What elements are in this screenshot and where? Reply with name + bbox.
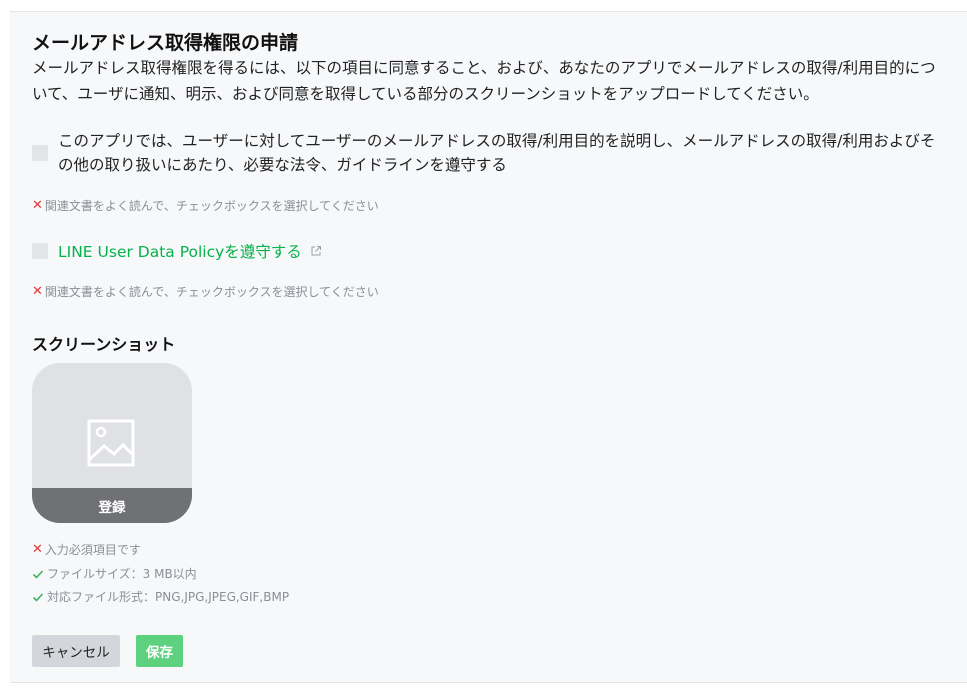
policy-link[interactable]: LINE User Data Policyを遵守する <box>58 240 322 262</box>
policy-error-text: 関連文書をよく読んで、チェックボックスを選択してください <box>44 285 379 299</box>
requirement-file-size: ファイルサイズ：3 MB以内 <box>32 565 197 582</box>
email-permission-form: メールアドレス取得権限の申請 メールアドレス取得権限を得るには、以下の項目に同意… <box>10 11 967 683</box>
x-icon: ✕ <box>32 542 43 557</box>
policy-link-label: LINE User Data Policyを遵守する <box>58 243 302 261</box>
agreement-error: ✕ 関連文書をよく読んで、チェックボックスを選択してください <box>32 197 379 214</box>
agreement-checkbox[interactable] <box>32 145 48 161</box>
policy-error: ✕ 関連文書をよく読んで、チェックボックスを選択してください <box>32 283 379 300</box>
requirement-text: 対応ファイル形式：PNG,JPG,JPEG,GIF,BMP <box>47 590 290 604</box>
screenshot-upload[interactable]: 登録 <box>32 363 192 523</box>
policy-row: LINE User Data Policyを遵守する <box>32 240 322 262</box>
save-button[interactable]: 保存 <box>136 635 183 667</box>
upload-register-button[interactable]: 登録 <box>32 488 192 523</box>
agreement-label: このアプリでは、ユーザーに対してユーザーのメールアドレスの取得/利用目的を説明し… <box>58 132 936 174</box>
requirement-text: 入力必須項目です <box>44 543 141 557</box>
screenshot-section-title: スクリーンショット <box>32 335 176 354</box>
external-link-icon <box>311 246 321 256</box>
x-icon: ✕ <box>32 284 43 299</box>
requirement-required: ✕ 入力必須項目です <box>32 541 141 558</box>
form-description: メールアドレス取得権限を得るには、以下の項目に同意すること、および、あなたのアプ… <box>32 59 936 103</box>
check-icon <box>32 592 44 602</box>
requirement-file-format: 対応ファイル形式：PNG,JPG,JPEG,GIF,BMP <box>32 588 289 605</box>
agreement-error-text: 関連文書をよく読んで、チェックボックスを選択してください <box>44 199 379 213</box>
agreement-row: このアプリでは、ユーザーに対してユーザーのメールアドレスの取得/利用目的を説明し… <box>32 129 938 177</box>
x-icon: ✕ <box>32 198 43 213</box>
page-title: メールアドレス取得権限の申請 <box>32 32 299 54</box>
check-icon <box>32 569 44 579</box>
cancel-button[interactable]: キャンセル <box>32 635 120 667</box>
requirement-text: ファイルサイズ：3 MB以内 <box>47 567 197 581</box>
image-placeholder-icon <box>87 419 135 467</box>
policy-checkbox[interactable] <box>32 243 48 259</box>
